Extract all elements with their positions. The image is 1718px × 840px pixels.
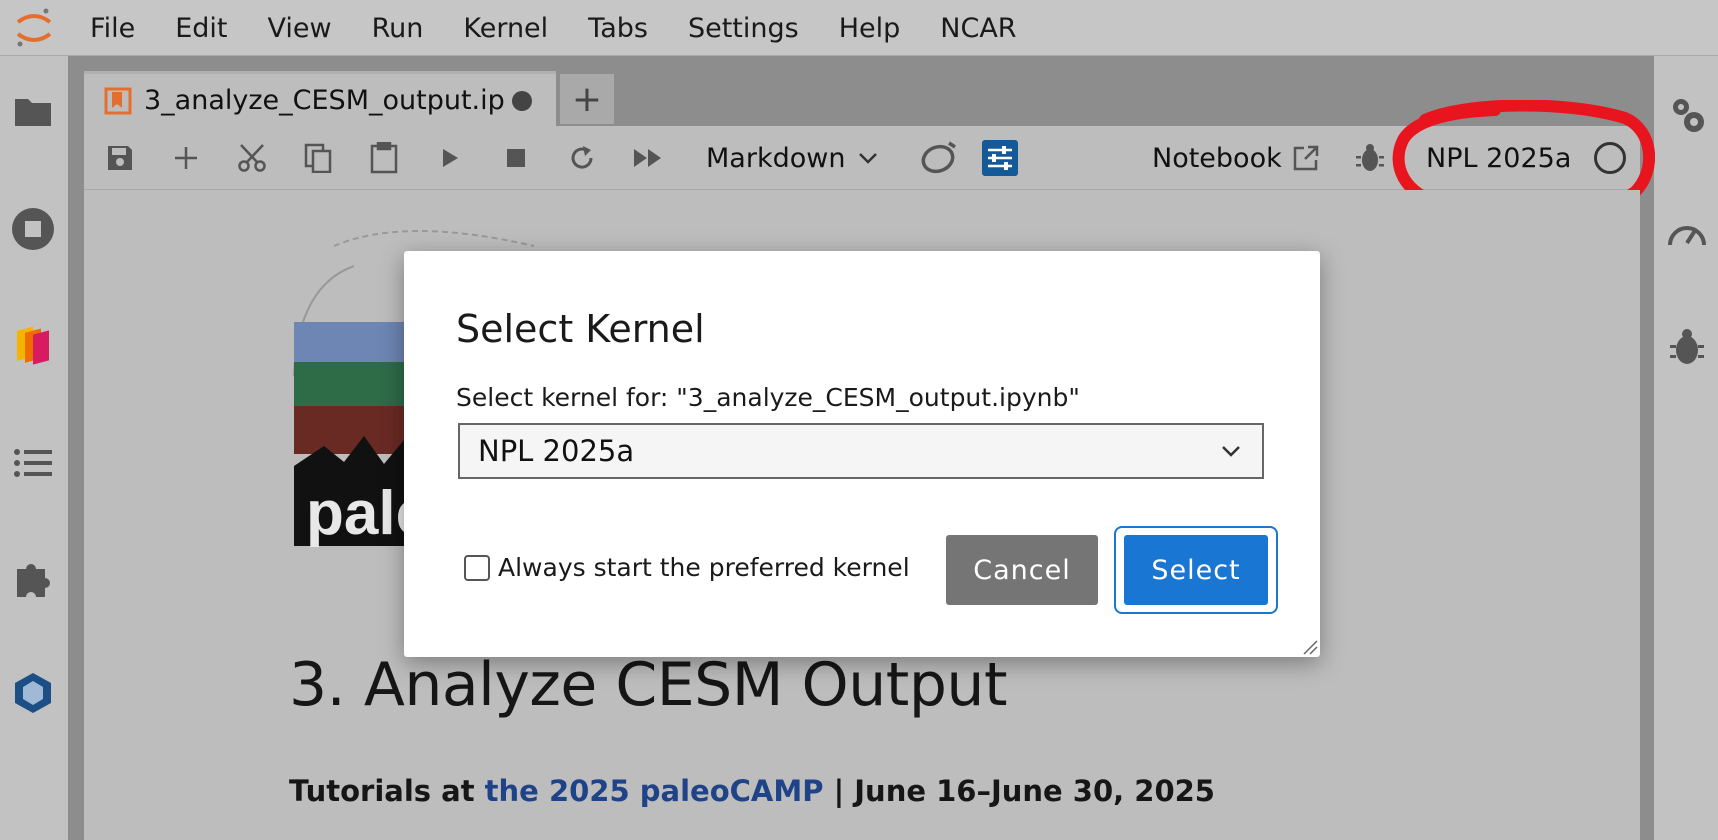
menu-kernel[interactable]: Kernel xyxy=(443,13,568,44)
right-panel-gutter xyxy=(1640,56,1654,840)
paste-icon[interactable] xyxy=(364,138,404,178)
tab-label: 3_analyze_CESM_output.ipynb xyxy=(144,85,504,116)
notebook-heading: 3. Analyze CESM Output xyxy=(289,650,1007,720)
paleocamp-link[interactable]: the 2025 paleoCAMP xyxy=(485,774,824,808)
run-icon[interactable] xyxy=(430,138,470,178)
cancel-button[interactable]: Cancel xyxy=(946,535,1098,605)
debugger-toggle-icon[interactable] xyxy=(1350,138,1390,178)
menu-bar: File Edit View Run Kernel Tabs Settings … xyxy=(0,0,1718,56)
dialog-title: Select Kernel xyxy=(456,307,705,351)
menu-view[interactable]: View xyxy=(247,13,351,44)
chevron-down-icon xyxy=(1222,446,1240,457)
cell-type-dropdown[interactable]: Markdown xyxy=(706,138,879,178)
right-sidebar xyxy=(1654,56,1718,840)
kernel-select[interactable]: NPL 2025a xyxy=(458,423,1264,479)
open-notebook-view-link[interactable]: Notebook xyxy=(1152,138,1320,178)
notebook-toolbar: Markdown Notebook NPL 2025a xyxy=(84,126,1640,190)
copy-icon[interactable] xyxy=(298,138,338,178)
add-cell-icon[interactable] xyxy=(166,138,206,178)
menu-items: File Edit View Run Kernel Tabs Settings … xyxy=(70,0,1037,56)
hexagon-extension-icon[interactable] xyxy=(10,670,56,716)
notebook-subtitle: Tutorials at the 2025 paleoCAMP | June 1… xyxy=(289,774,1215,808)
kernel-status-idle-icon xyxy=(1594,142,1626,174)
always-start-label[interactable]: Always start the preferred kernel xyxy=(498,553,910,582)
resource-gauge-icon[interactable] xyxy=(1664,210,1710,256)
resize-grip-icon[interactable] xyxy=(1300,637,1318,655)
jupytext-icon[interactable] xyxy=(916,138,960,178)
restart-icon[interactable] xyxy=(562,138,602,178)
folder-icon[interactable] xyxy=(10,88,56,134)
left-sidebar xyxy=(0,56,68,840)
menu-tabs[interactable]: Tabs xyxy=(568,13,668,44)
property-toggle-icon[interactable] xyxy=(980,138,1020,178)
unsaved-dot-icon[interactable] xyxy=(512,90,532,111)
kernel-select-value: NPL 2025a xyxy=(478,434,635,468)
cut-icon[interactable] xyxy=(232,138,272,178)
menu-edit[interactable]: Edit xyxy=(155,13,247,44)
external-link-icon xyxy=(1293,145,1318,171)
debugger-bug-icon[interactable] xyxy=(1664,324,1710,370)
cell-type-label: Markdown xyxy=(706,142,846,174)
extension-stack-icon[interactable] xyxy=(10,324,56,370)
save-icon[interactable] xyxy=(100,138,140,178)
stop-icon[interactable] xyxy=(496,138,536,178)
menu-file[interactable]: File xyxy=(70,13,155,44)
run-all-icon[interactable] xyxy=(628,138,668,178)
tab-notebook[interactable]: 3_analyze_CESM_output.ipynb xyxy=(84,71,556,127)
menu-ncar[interactable]: NCAR xyxy=(920,13,1036,44)
always-start-checkbox[interactable] xyxy=(464,554,490,581)
property-inspector-gears-icon[interactable] xyxy=(1664,92,1710,138)
toc-list-icon[interactable] xyxy=(10,440,56,486)
notebook-file-icon xyxy=(104,87,132,114)
menu-settings[interactable]: Settings xyxy=(668,13,819,44)
subtitle-prefix: Tutorials at xyxy=(289,774,485,808)
chevron-down-icon xyxy=(859,153,878,164)
menu-help[interactable]: Help xyxy=(819,13,921,44)
dialog-prompt: Select kernel for: "3_analyze_CESM_outpu… xyxy=(456,383,1080,412)
preferred-kernel-option: Always start the preferred kernel xyxy=(464,553,910,582)
running-stop-icon[interactable] xyxy=(10,206,56,252)
notebook-link-label: Notebook xyxy=(1152,142,1282,174)
tab-bar: 3_analyze_CESM_output.ipynb + xyxy=(84,56,1640,127)
menu-run[interactable]: Run xyxy=(352,13,444,44)
subtitle-suffix: | June 16–June 30, 2025 xyxy=(823,774,1215,808)
select-kernel-dialog: Select Kernel Select kernel for: "3_anal… xyxy=(404,251,1320,657)
jupyter-logo-icon[interactable] xyxy=(12,6,56,50)
puzzle-icon[interactable] xyxy=(10,556,56,602)
left-panel-gutter xyxy=(68,56,84,840)
kernel-name-button[interactable]: NPL 2025a xyxy=(1426,138,1571,178)
select-button[interactable]: Select xyxy=(1124,535,1268,605)
new-tab-button[interactable]: + xyxy=(560,74,614,124)
